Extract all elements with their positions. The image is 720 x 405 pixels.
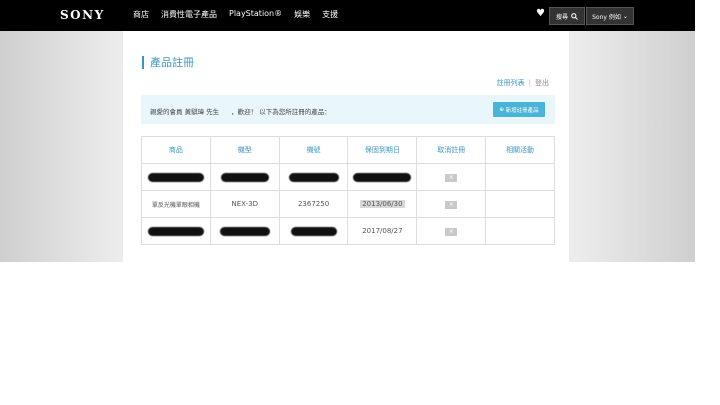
welcome-banner: 親愛的會員 黃騏瑋 先生 ，歡迎！ 以下為您所註冊的產品： ⊕ 新增註冊產品: [141, 95, 555, 124]
table-row: 單反光機單眼相機 NEX-3D 2367250 2013/06/30 ×: [141, 190, 555, 218]
serial-cell: [278, 163, 349, 191]
events-cell: [485, 163, 555, 191]
sony-logo[interactable]: SONY: [60, 8, 105, 22]
redacted-mark: [220, 172, 269, 182]
table-header-row: 商品 機型 機號 保固到期日 取消註冊 相關活動: [141, 136, 555, 164]
cancel-cell: ×: [416, 190, 487, 218]
welcome-member: 親愛的會員 黃騏瑋 先生: [150, 108, 220, 116]
top-navigation-bar: SONY 商店 消費性電子產品 PlayStation® 娛樂 支援 ♥ 搜尋 …: [0, 0, 695, 31]
logout-link[interactable]: 登出: [535, 79, 549, 87]
heart-icon[interactable]: ♥: [536, 8, 545, 19]
header-events: 相關活動: [485, 136, 555, 164]
warranty-cell: 2013/06/30: [347, 190, 418, 218]
search-label: 搜尋: [555, 13, 568, 21]
account-links: 註冊列表 | 登出: [496, 79, 549, 87]
search-icon: [571, 12, 578, 20]
product-cell: [141, 217, 211, 245]
header-product: 商品: [141, 136, 211, 164]
redacted-mark: [147, 172, 204, 182]
header-serial: 機號: [278, 136, 349, 164]
redacted-mark: [288, 172, 339, 182]
events-cell: [485, 190, 555, 218]
add-product-button[interactable]: ⊕ 新增註冊產品: [493, 102, 545, 117]
model-cell: NEX-3D: [209, 190, 280, 218]
nav-item-playstation[interactable]: PlayStation®: [229, 9, 282, 20]
redacted-mark: [147, 226, 204, 236]
header-cancel: 取消註冊: [416, 136, 487, 164]
cancel-registration-button[interactable]: ×: [445, 227, 458, 236]
product-cell: [141, 163, 211, 191]
cancel-cell: ×: [416, 163, 487, 191]
nav-item-electronics[interactable]: 消費性電子產品: [161, 9, 217, 20]
registration-list-link[interactable]: 註冊列表: [497, 79, 525, 87]
warranty-cell: [347, 163, 418, 191]
search-button[interactable]: 搜尋: [549, 7, 585, 25]
header-warranty: 保固到期日: [347, 136, 418, 164]
welcome-message: ，歡迎！ 以下為您所註冊的產品：: [231, 108, 331, 116]
cancel-cell: ×: [416, 217, 487, 245]
table-row: ×: [141, 163, 555, 191]
events-cell: [485, 217, 555, 245]
redacted-mark: [353, 172, 412, 182]
chevron-down-icon: ⌄: [622, 12, 628, 20]
nav-item-entertainment[interactable]: 娛樂: [294, 9, 310, 20]
product-cell: 單反光機單眼相機: [141, 190, 211, 218]
table-row: 2017/08/27 ×: [141, 217, 555, 245]
serial-cell: [278, 217, 349, 245]
warranty-date: 2013/06/30: [360, 200, 405, 208]
user-label: Sony 例如: [592, 13, 621, 21]
model-cell: [209, 163, 280, 191]
cancel-registration-button[interactable]: ×: [445, 200, 458, 209]
serial-cell: 2367250: [278, 190, 349, 218]
warranty-cell: 2017/08/27: [347, 217, 418, 245]
add-product-label: 新增註冊產品: [505, 107, 539, 114]
model-cell: [209, 217, 280, 245]
nav-item-store[interactable]: 商店: [133, 9, 149, 20]
cancel-registration-button[interactable]: ×: [445, 173, 458, 182]
redacted-mark: [290, 226, 337, 236]
product-table: 商品 機型 機號 保固到期日 取消註冊 相關活動 × 單反光機單眼相機 NEX-…: [141, 136, 555, 245]
welcome-text: 親愛的會員 黃騏瑋 先生 ，歡迎！ 以下為您所註冊的產品：: [150, 106, 331, 116]
page-title: 產品註冊: [142, 56, 194, 69]
user-menu-button[interactable]: Sony 例如 ⌄: [586, 7, 634, 25]
nav-item-support[interactable]: 支援: [322, 9, 338, 20]
main-nav: 商店 消費性電子產品 PlayStation® 娛樂 支援: [133, 9, 338, 20]
header-model: 機型: [209, 136, 280, 164]
redacted-mark: [219, 226, 270, 236]
